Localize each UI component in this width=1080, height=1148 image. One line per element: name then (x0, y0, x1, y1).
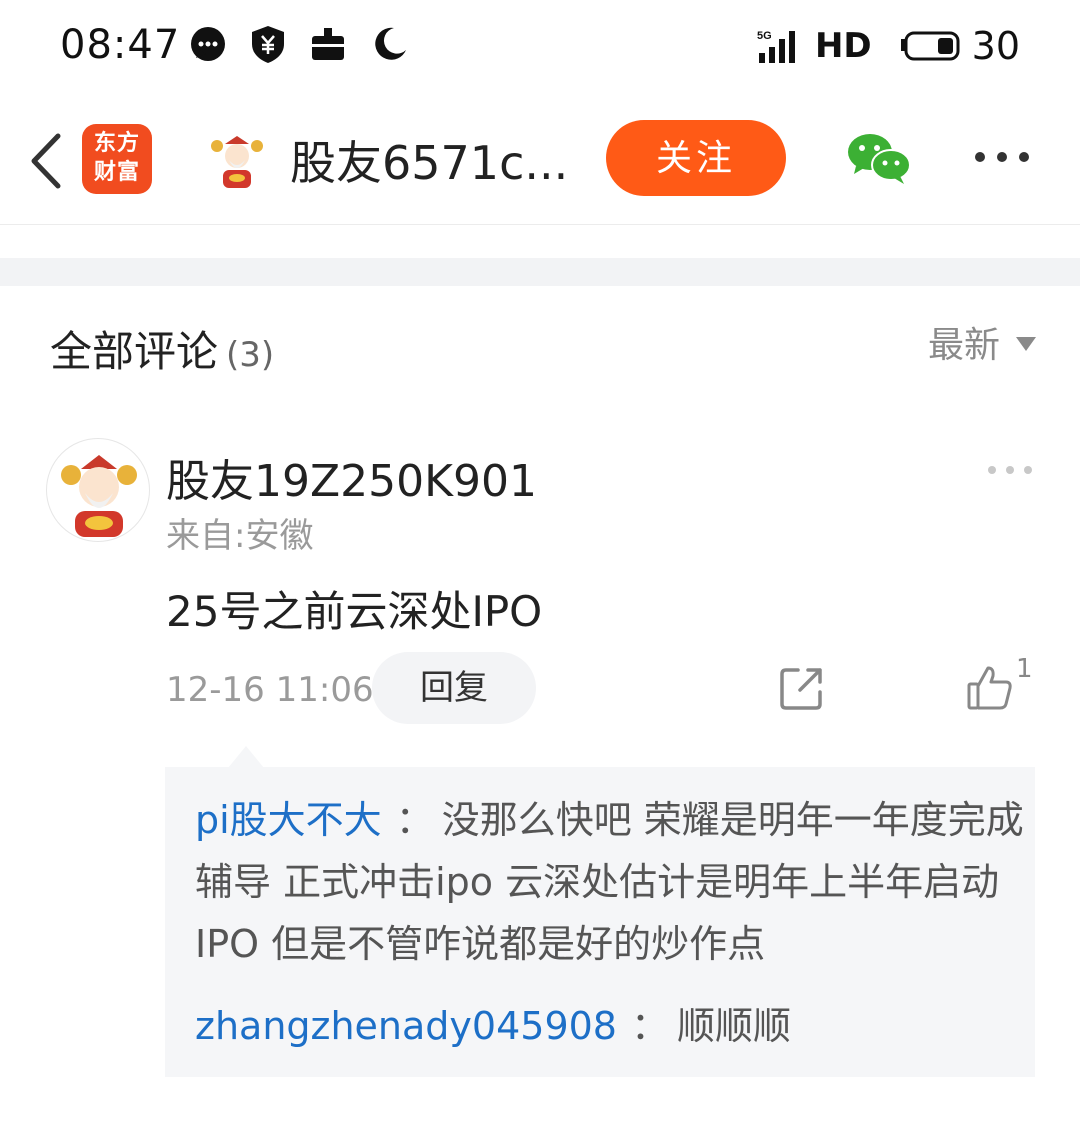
caret-down-icon (1016, 337, 1036, 351)
reply-item[interactable]: zhangzhenady045908 ：顺顺顺 (195, 995, 1025, 1057)
thumbs-up-icon[interactable] (966, 664, 1014, 712)
back-arrow-icon[interactable] (22, 126, 72, 196)
reply-separator: ： (395, 798, 434, 842)
follow-button[interactable]: 关注 (606, 120, 786, 196)
caishen-avatar-icon (61, 455, 137, 537)
status-right: 5G HD 30 (757, 22, 1020, 70)
comment-text: 25号之前云深处IPO (166, 587, 543, 636)
more-options-icon[interactable] (972, 142, 1032, 172)
status-bar: 08:47 5G HD 30 (0, 0, 1080, 90)
commenter-avatar[interactable] (46, 438, 150, 542)
comments-count: (3) (226, 335, 275, 375)
reply-text: 顺顺顺 (677, 1004, 792, 1048)
battery-level: 30 (971, 24, 1020, 68)
work-icon (312, 28, 344, 60)
moon-icon (375, 27, 406, 60)
hd-indicator: HD (814, 26, 872, 66)
comment-more-icon[interactable] (986, 462, 1034, 478)
reply-button[interactable]: 回复 (372, 652, 536, 724)
app-logo[interactable]: 东方 财富 (82, 124, 152, 194)
reply-username[interactable]: pi股大不大 (195, 798, 382, 842)
sort-dropdown[interactable]: 最新 (928, 316, 1036, 368)
commenter-name[interactable]: 股友19Z250K901 (166, 445, 537, 509)
signal-icon: 5G (757, 30, 795, 63)
app-logo-line1: 东方 (93, 131, 140, 156)
shield-yuan-icon (252, 26, 284, 63)
nav-header: 东方 财富 股友6571c... 关注 (0, 100, 1080, 225)
share-icon[interactable] (778, 664, 826, 712)
comments-header: 全部评论 (3) (50, 318, 274, 379)
status-time: 08:47 (60, 22, 181, 68)
comment-timestamp: 12-16 11:06 (166, 670, 374, 710)
wechat-share-icon[interactable] (846, 130, 912, 186)
replies-box: pi股大不大：没那么快吧 荣耀是明年一年度完成辅导 正式冲击ipo 云深处估计是… (165, 767, 1035, 1077)
chat-bubble-icon (191, 27, 225, 61)
battery-icon (900, 31, 960, 61)
app-logo-line2: 财富 (93, 160, 140, 185)
section-divider (0, 258, 1080, 286)
reply-pointer (228, 746, 264, 768)
sort-label: 最新 (927, 325, 1000, 366)
like-count: 1 (1016, 654, 1033, 684)
comments-title: 全部评论 (50, 327, 219, 376)
author-avatar[interactable] (207, 130, 267, 190)
page-title: 股友6571c... (290, 136, 569, 190)
reply-separator: ： (630, 1004, 669, 1048)
reply-username[interactable]: zhangzhenady045908 (195, 1004, 617, 1048)
commenter-location: 来自:安徽 (166, 516, 314, 556)
svg-text:5G: 5G (757, 30, 772, 42)
reply-item[interactable]: pi股大不大：没那么快吧 荣耀是明年一年度完成辅导 正式冲击ipo 云深处估计是… (195, 789, 1025, 975)
